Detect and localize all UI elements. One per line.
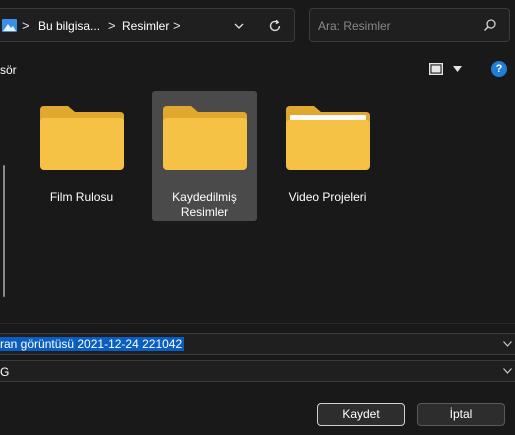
divider	[0, 323, 515, 324]
organize-menu[interactable]: sör	[0, 63, 17, 77]
view-dropdown-icon[interactable]	[453, 66, 462, 72]
folder-kaydedilmis-resimler[interactable]: Kaydedilmiş Resimler	[152, 91, 257, 221]
breadcrumb-separator-icon: >	[108, 18, 116, 33]
folder-label: Kaydedilmiş Resimler	[172, 190, 237, 219]
search-input[interactable]: Ara: Resimler	[309, 8, 510, 42]
file-name-value[interactable]: ran görüntüsü 2021-12-24 221042	[0, 337, 185, 351]
pictures-icon	[2, 19, 17, 32]
folder-label: Film Rulosu	[49, 190, 114, 204]
refresh-icon[interactable]	[268, 19, 282, 33]
help-button[interactable]: ?	[491, 61, 507, 77]
folder-video-projeleri[interactable]: Video Projeleri	[275, 91, 380, 221]
address-bar[interactable]: > Bu bilgisa... > Resimler >	[0, 8, 295, 42]
folder-label: Video Projeleri	[288, 190, 367, 204]
nav-scrollbar[interactable]	[3, 165, 5, 297]
view-mode-icon[interactable]	[429, 63, 443, 75]
chevron-down-icon[interactable]	[233, 21, 245, 31]
breadcrumb-this-pc[interactable]: Bu bilgisa...	[38, 19, 100, 33]
breadcrumb-pictures[interactable]: Resimler	[122, 19, 169, 33]
file-type-value: G	[0, 365, 10, 379]
folder-film-rulosu[interactable]: Film Rulosu	[29, 91, 134, 221]
folder-icon	[40, 106, 124, 170]
chevron-down-icon[interactable]	[503, 341, 512, 347]
chevron-down-icon[interactable]	[503, 368, 512, 374]
search-placeholder: Ara: Resimler	[318, 19, 391, 33]
breadcrumb-separator-icon: >	[22, 18, 30, 33]
folder-icon	[163, 106, 247, 170]
folder-icon	[286, 106, 370, 170]
search-icon[interactable]	[483, 18, 497, 32]
file-type-select[interactable]: G	[0, 360, 515, 382]
breadcrumb-separator-icon[interactable]: >	[173, 18, 181, 33]
cancel-button[interactable]: İptal	[417, 403, 505, 426]
save-button[interactable]: Kaydet	[317, 403, 405, 426]
file-name-combobox[interactable]: ran görüntüsü 2021-12-24 221042	[0, 333, 515, 355]
